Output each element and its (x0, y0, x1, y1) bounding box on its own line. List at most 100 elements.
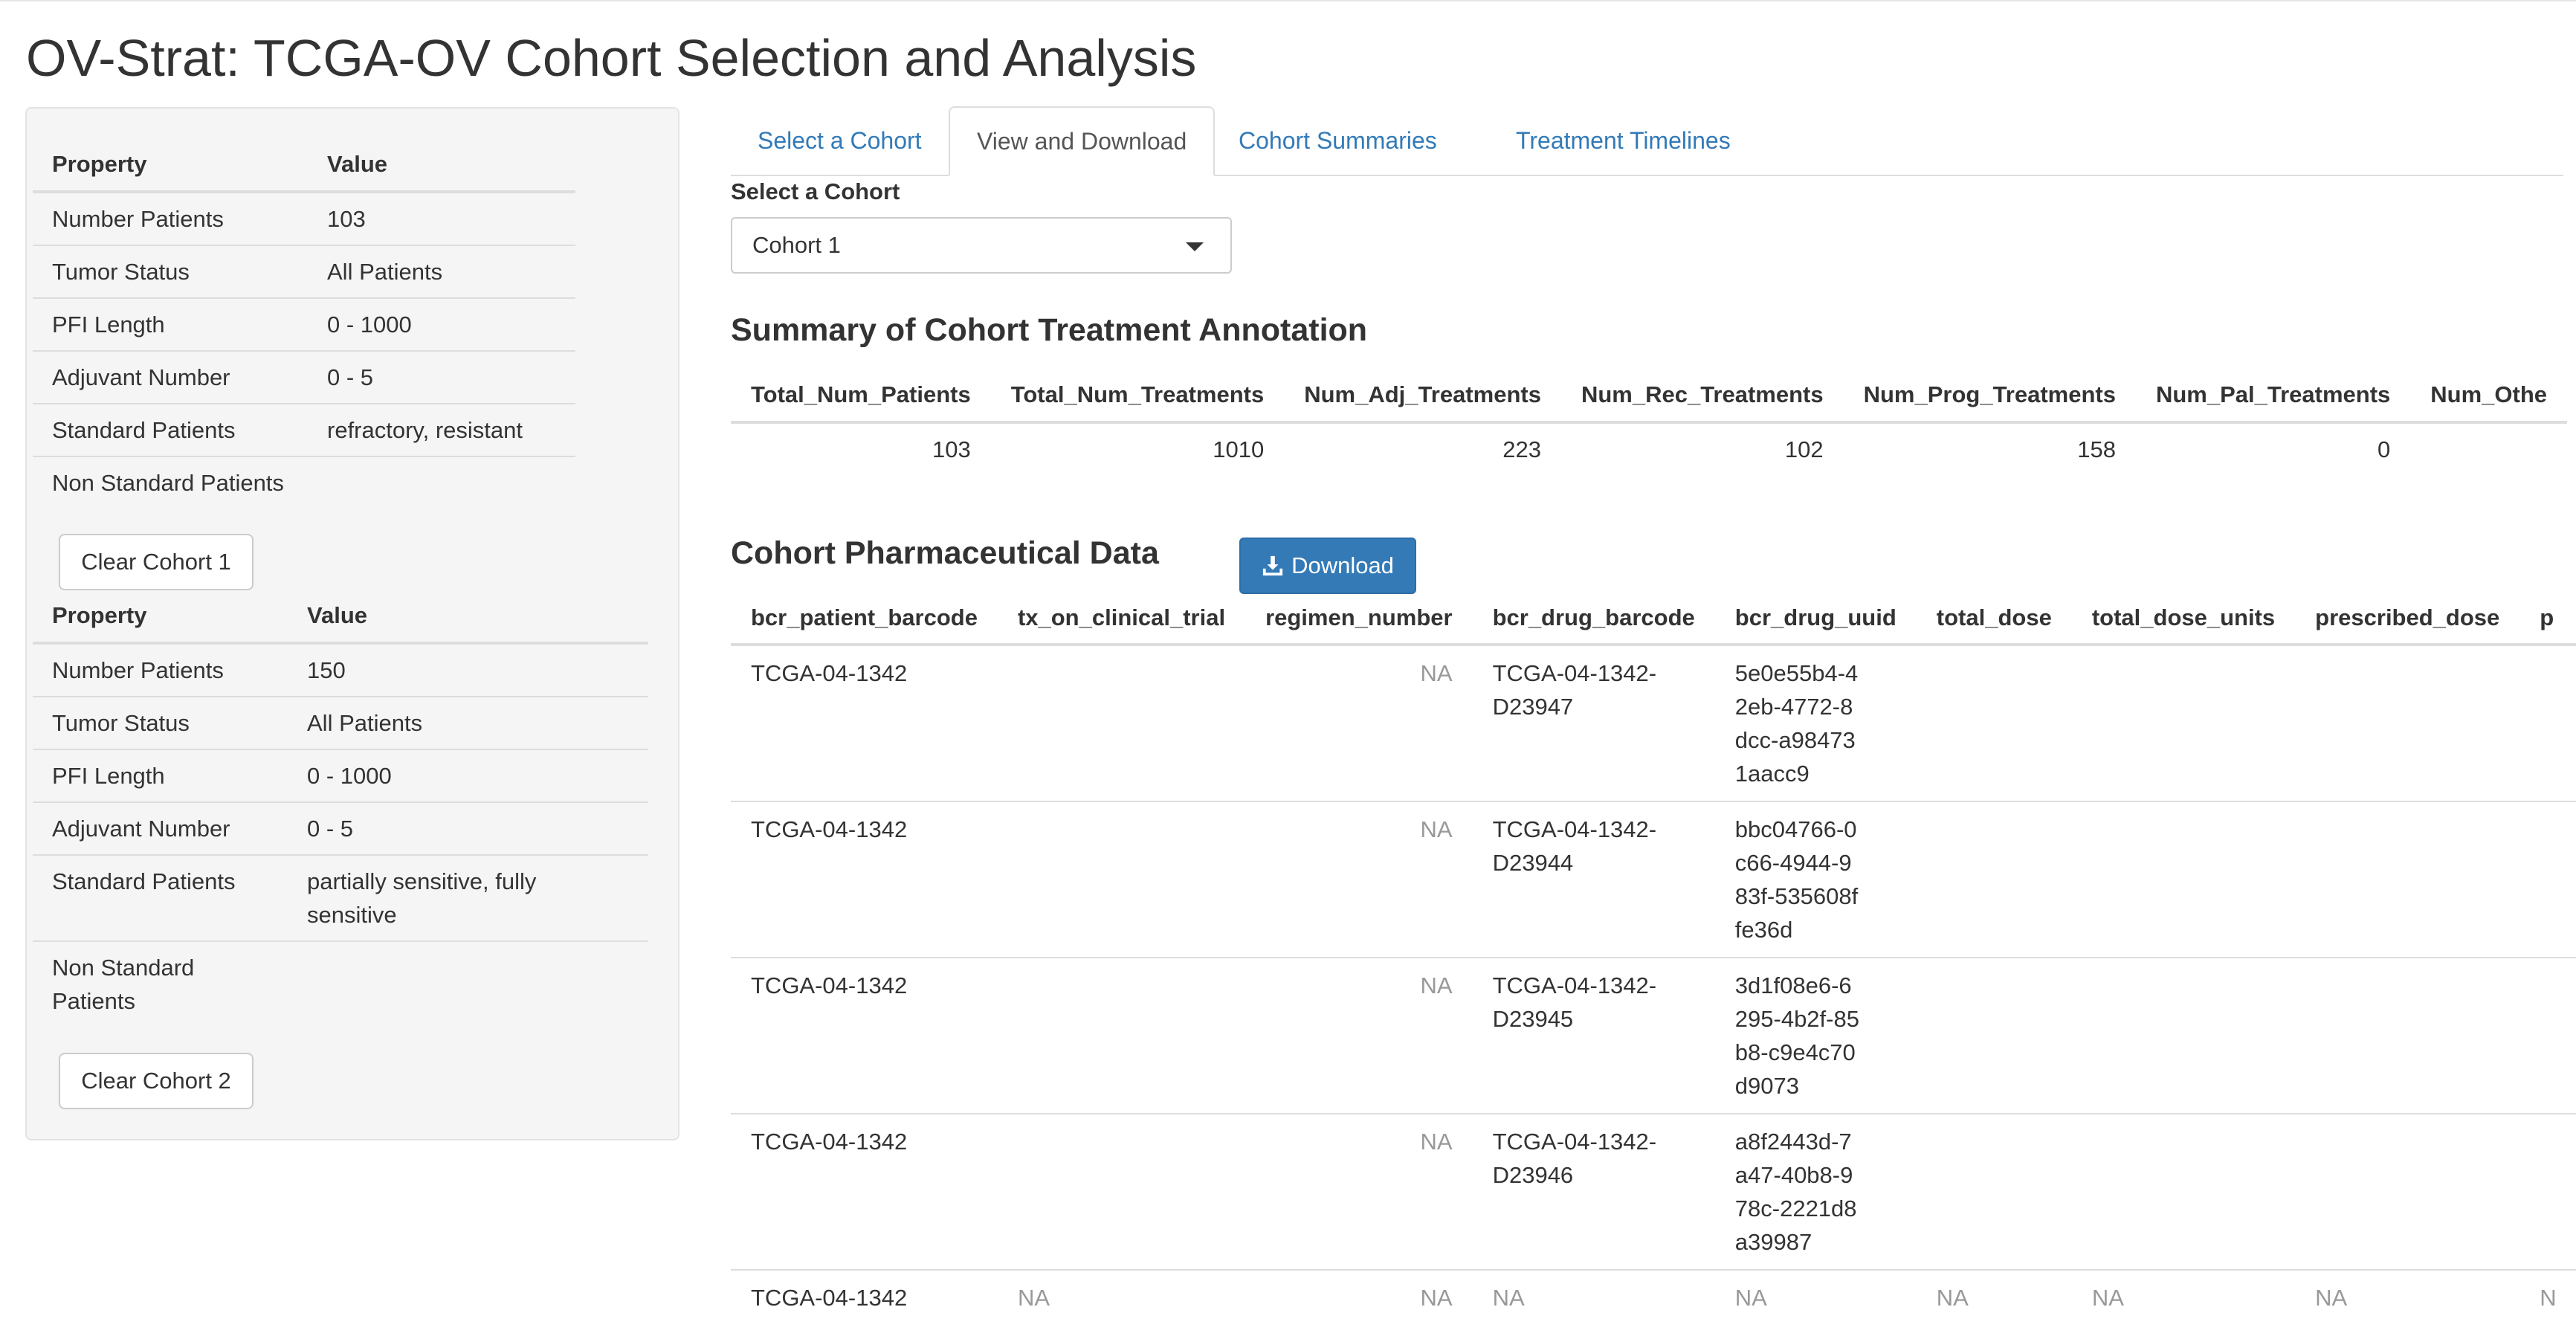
table-cell: NA (1245, 957, 1473, 1114)
table-cell (2071, 1113, 2296, 1270)
column-header: total_dose (1916, 593, 2072, 646)
caret-down-icon (1186, 242, 1204, 251)
table-cell: NA (1714, 1269, 1917, 1325)
column-header: Value (308, 138, 575, 193)
tab-treatment-timelines[interactable]: Treatment Timelines (1489, 106, 1757, 175)
cell-text: TCGA-04-1342-D23945 (1492, 972, 1657, 1032)
table-cell (2295, 1113, 2520, 1270)
table-cell (997, 801, 1246, 958)
column-header: Num_Adj_Treatments (1284, 369, 1561, 424)
property-value: 0 - 5 (308, 350, 575, 404)
cell-text: TCGA-04-1342-D23944 (1492, 816, 1657, 876)
table-row: TCGA-04-1342 NA TCGA-04-1342-D23945 3d1f… (731, 957, 2576, 1114)
table-cell (998, 645, 1245, 801)
table-row: Standard Patients partially sensitive, fu… (33, 854, 648, 941)
top-border (0, 0, 2576, 1)
table-cell: TCGA-04-1342-D23944 (1472, 801, 1715, 958)
table-cell (2410, 422, 2567, 476)
summary-title: Summary of Cohort Treatment Annotation (731, 312, 1368, 348)
table-row: Adjuvant Number 0 - 5 (33, 801, 648, 855)
table-row: TCGA-04-1342 NA TCGA-04-1342-D23947 5e0e… (731, 645, 2576, 801)
cohort-select[interactable]: Cohort 1 (731, 217, 1232, 274)
property-name: Standard Patients (33, 854, 288, 941)
table-cell: TCGA-04-1342 (751, 660, 908, 686)
table-cell (2295, 957, 2520, 1114)
cell-text: TCGA-04-1342-D23946 (1492, 1129, 1657, 1188)
cohort1-properties-table: Property Value Number Patients 103 Tumor … (33, 138, 575, 509)
column-header: prescribed_dose (2295, 593, 2520, 646)
property-value: 150 (307, 657, 346, 683)
cohort-select-value: Cohort 1 (752, 232, 841, 258)
table-cell: NA (1420, 660, 1453, 686)
table-cell: 223 (1502, 436, 1541, 462)
table-row: PFI Length 0 - 1000 (33, 297, 575, 351)
column-header: tx_on_clinical_trial (997, 593, 1246, 646)
table-cell: TCGA-04-1342-D23947 (1473, 645, 1715, 801)
table-row: PFI Length 0 - 1000 (33, 749, 648, 802)
property-name: Adjuvant Number (33, 350, 308, 404)
tab-select-cohort[interactable]: Select a Cohort (731, 106, 949, 175)
table-cell (1917, 645, 2072, 801)
property-name: PFI Length (33, 749, 288, 802)
summary-table: Total_Num_Patients Total_Num_Treatments … (731, 369, 2568, 476)
cell-text: 3d1f08e6-6295-4b2f-85b8-c9e4c70d9073 (1734, 972, 1859, 1099)
table-cell: NA (1245, 1269, 1473, 1325)
property-name: Tumor Status (33, 245, 308, 298)
clear-cohort2-button[interactable]: Clear Cohort 2 (59, 1053, 254, 1109)
table-cell: bbc04766-0c66-4944-983f-535608ffe36d (1714, 801, 1917, 958)
table-cell: TCGA-04-1342-D23945 (1472, 957, 1715, 1114)
property-value (288, 940, 648, 1027)
table-cell: N (2519, 1269, 2576, 1325)
property-name: Adjuvant Number (33, 801, 288, 855)
column-header: bcr_patient_barcode (731, 593, 998, 646)
table-cell: NA (2295, 1269, 2520, 1325)
table-cell: a8f2443d-7a47-40b8-978c-2221d8a39987 (1714, 1113, 1917, 1270)
table-cell: NA (997, 1269, 1246, 1325)
table-cell (1916, 801, 2072, 958)
table-cell: 1010 (1213, 436, 1265, 462)
table-cell: NA (1916, 1269, 2072, 1325)
pharma-title: Cohort Pharmaceutical Data (731, 535, 1159, 571)
app-title: OV-Strat: TCGA-OV Cohort Selection and A… (26, 29, 1197, 87)
property-name: PFI Length (33, 297, 308, 351)
table-cell (2072, 645, 2295, 801)
column-header: Total_Num_Treatments (990, 369, 1285, 424)
tab-view-and-download[interactable]: View and Download (949, 106, 1216, 176)
table-row: TCGA-04-1342 NA TCGA-04-1342-D23944 bbc0… (731, 801, 2576, 958)
table-cell (1916, 957, 2072, 1114)
table-cell: 0 (2378, 436, 2391, 462)
property-name: Number Patients (52, 206, 224, 232)
table-row: Non Standard Patients (33, 940, 648, 1027)
table-cell: TCGA-04-1342 (731, 957, 998, 1114)
property-value: 103 (327, 206, 366, 232)
table-cell: 103 (932, 436, 971, 462)
column-header: bcr_drug_barcode (1472, 593, 1715, 646)
property-name: Non Standard Patients (33, 940, 288, 1027)
clear-cohort1-button[interactable]: Clear Cohort 1 (59, 534, 254, 590)
table-cell (2519, 645, 2576, 801)
table-cell: TCGA-04-1342 (731, 1269, 998, 1325)
table-cell (997, 957, 1246, 1114)
table-cell (1916, 1113, 2072, 1270)
download-label: Download (1291, 552, 1394, 578)
column-header: Property (33, 590, 288, 645)
column-header: regimen_number (1245, 593, 1473, 646)
tab-cohort-summaries[interactable]: Cohort Summaries (1212, 106, 1464, 175)
property-value: All Patients (308, 245, 575, 298)
table-cell (2071, 957, 2296, 1114)
download-button[interactable]: Download (1239, 538, 1416, 594)
column-header: Num_Othe (2410, 369, 2568, 424)
column-header: Num_Rec_Treatments (1560, 369, 1844, 424)
table-cell (2071, 801, 2296, 958)
table-row: Adjuvant Number 0 - 5 (33, 350, 575, 404)
property-name: Tumor Status (33, 696, 288, 749)
column-header: total_dose_units (2071, 593, 2296, 646)
table-cell (2519, 957, 2576, 1114)
select-cohort-label: Select a Cohort (731, 178, 900, 204)
table-cell (2295, 645, 2519, 801)
cell-text: bbc04766-0c66-4944-983f-535608ffe36d (1734, 816, 1859, 943)
table-cell: NA (2071, 1269, 2296, 1325)
table-row: Standard Patients refractory, resistant (33, 403, 575, 456)
table-cell: TCGA-04-1342 (731, 801, 998, 958)
table-cell: NA (1245, 801, 1473, 958)
